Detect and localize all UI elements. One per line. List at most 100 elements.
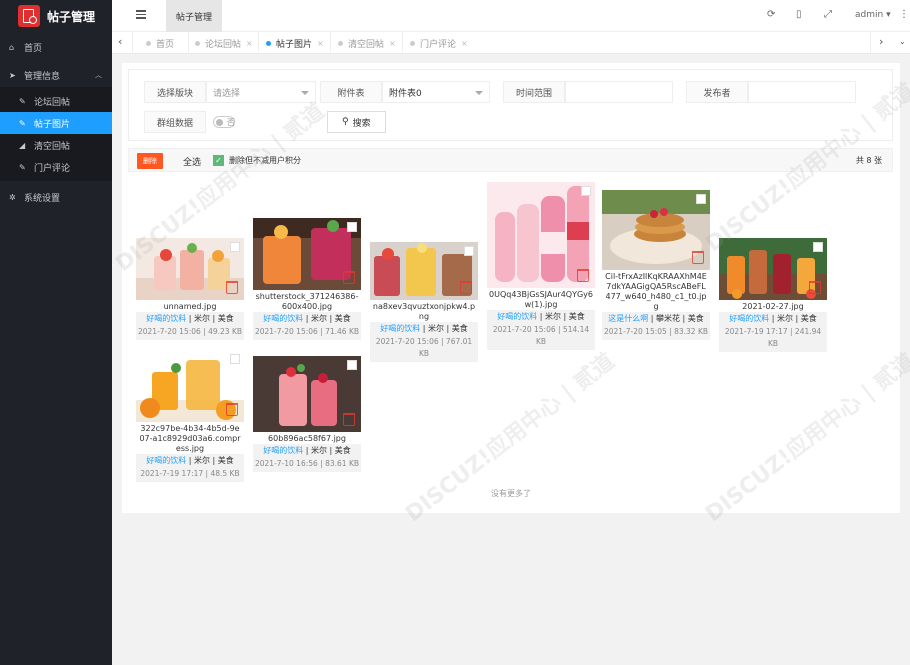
author: 米尔 bbox=[194, 314, 210, 323]
image-checkbox[interactable] bbox=[581, 186, 591, 196]
close-icon[interactable]: × bbox=[461, 39, 468, 48]
close-icon[interactable]: × bbox=[317, 39, 324, 48]
author-input[interactable] bbox=[748, 81, 856, 103]
select-all-label[interactable]: 全选 bbox=[183, 155, 201, 168]
logo: 帖子管理 bbox=[0, 0, 112, 32]
sidebar-item-clear-replies[interactable]: ◢ 清空回帖 bbox=[0, 134, 112, 156]
category-link[interactable]: 好喝的饮料 bbox=[263, 314, 303, 323]
image-checkbox[interactable] bbox=[347, 360, 357, 370]
user-menu[interactable]: admin ▾ bbox=[855, 10, 891, 20]
image-card[interactable]: shutterstock_371246386-600x400.jpg 好喝的饮料… bbox=[253, 218, 361, 340]
trash-icon[interactable] bbox=[809, 281, 821, 294]
image-info: 2021-7-19 17:17 | 48.5 KB bbox=[136, 468, 244, 482]
tag: 美食 bbox=[451, 324, 468, 333]
image-filename: shutterstock_371246386-600x400.jpg bbox=[253, 290, 361, 312]
date: 2021-7-20 15:05 bbox=[603, 327, 667, 336]
more-icon[interactable]: ⋮ bbox=[899, 9, 909, 20]
tag: 美食 bbox=[568, 312, 585, 321]
category-link[interactable]: 好喝的饮料 bbox=[729, 314, 769, 323]
size: 71.46 KB bbox=[325, 327, 360, 336]
image-checkbox[interactable] bbox=[230, 242, 240, 252]
trash-icon[interactable]: ▯ bbox=[796, 9, 802, 20]
trash-icon[interactable] bbox=[226, 403, 238, 416]
category-link[interactable]: 这是什么啊 bbox=[608, 314, 648, 323]
size: 83.61 KB bbox=[325, 459, 360, 468]
image-card[interactable]: na8xev3qvuztxonjpkw4.png 好喝的饮料 | 米尔 | 美食… bbox=[370, 242, 478, 362]
chevron-right-icon[interactable]: › bbox=[879, 35, 883, 48]
trash-icon[interactable] bbox=[460, 281, 472, 294]
category-link[interactable]: 好喝的饮料 bbox=[146, 314, 186, 323]
date: 2021-7-20 15:06 bbox=[137, 327, 201, 336]
table-select-value: 附件表0 bbox=[389, 88, 422, 99]
image-info: 2021-7-20 15:06 | 767.01 KB bbox=[370, 336, 478, 362]
trash-icon[interactable] bbox=[692, 251, 704, 264]
sidebar-item-post-images[interactable]: ✎ 帖子图片 bbox=[0, 112, 112, 134]
sidebar-item-label: 帖子图片 bbox=[34, 119, 71, 130]
category-link[interactable]: 好喝的饮料 bbox=[146, 456, 186, 465]
sidebar-item-settings[interactable]: ✲ 系统设置 bbox=[0, 185, 112, 209]
sidebar-item-forum-replies[interactable]: ✎ 论坛回帖 bbox=[0, 90, 112, 112]
trash-icon[interactable] bbox=[343, 413, 355, 426]
author: 米尔 bbox=[545, 312, 561, 321]
header-tab-post-manage[interactable]: 帖子管理 bbox=[166, 0, 222, 32]
sidebar-item-label: 清空回帖 bbox=[34, 141, 71, 152]
category-link[interactable]: 好喝的饮料 bbox=[497, 312, 537, 321]
image-info: 2021-7-20 15:06 | 49.23 KB bbox=[136, 326, 244, 340]
author: 米尔 bbox=[311, 314, 327, 323]
menu-toggle-icon[interactable] bbox=[136, 10, 146, 20]
image-info: 2021-7-10 16:56 | 83.61 KB bbox=[253, 458, 361, 472]
tab-clear-replies[interactable]: 清空回帖 × bbox=[338, 32, 396, 54]
date: 2021-7-10 16:56 bbox=[254, 459, 318, 468]
image-checkbox[interactable] bbox=[696, 194, 706, 204]
image-card[interactable]: Cil-tFrxAzIlKqKRAAXhM4E7dkYAAGigQA5RscAB… bbox=[602, 190, 710, 340]
chevron-down-icon[interactable]: ⌄ bbox=[899, 37, 906, 46]
category-link[interactable]: 好喝的饮料 bbox=[380, 324, 420, 333]
author: 米尔 bbox=[311, 446, 327, 455]
tab-label: 论坛回帖 bbox=[205, 39, 242, 50]
tag: 美食 bbox=[687, 314, 704, 323]
search-icon: ⚲ bbox=[342, 117, 349, 127]
fullscreen-icon[interactable]: ⤢ bbox=[824, 9, 832, 20]
image-card[interactable]: 0UQq43BjGsSJAur4QYGy6w(1).jpg 好喝的饮料 | 米尔… bbox=[487, 182, 595, 350]
delete-button[interactable]: 删除 bbox=[137, 153, 163, 169]
author: 米尔 bbox=[777, 314, 793, 323]
sidebar-item-portal-comments[interactable]: ✎ 门户评论 bbox=[0, 156, 112, 178]
author: 米尔 bbox=[194, 456, 210, 465]
sidebar-item-label: 门户评论 bbox=[34, 163, 71, 174]
image-card[interactable]: unnamed.jpg 好喝的饮料 | 米尔 | 美食 2021-7-20 15… bbox=[136, 238, 244, 340]
image-checkbox[interactable] bbox=[347, 222, 357, 232]
image-checkbox[interactable] bbox=[464, 246, 474, 256]
image-meta: 好喝的饮料 | 米尔 | 美食 bbox=[253, 312, 361, 326]
image-checkbox[interactable] bbox=[813, 242, 823, 252]
image-meta: 好喝的饮料 | 米尔 | 美食 bbox=[370, 322, 478, 336]
tab-home[interactable]: 首页 bbox=[146, 32, 174, 54]
caret-down-icon bbox=[475, 91, 483, 95]
image-checkbox[interactable] bbox=[230, 354, 240, 364]
tab-label: 首页 bbox=[156, 39, 175, 50]
trash-icon[interactable] bbox=[343, 271, 355, 284]
image-card[interactable]: 322c97be-4b34-4b5d-9e07-a1c8929d03a6.com… bbox=[136, 350, 244, 482]
category-link[interactable]: 好喝的饮料 bbox=[263, 446, 303, 455]
close-icon[interactable]: × bbox=[389, 39, 396, 48]
tab-forum-replies[interactable]: 论坛回帖 × bbox=[195, 32, 253, 54]
sidebar-item-home[interactable]: ⌂ 首页 bbox=[0, 35, 112, 59]
refresh-icon[interactable]: ⟳ bbox=[767, 9, 775, 20]
trash-icon[interactable] bbox=[226, 281, 238, 294]
table-select[interactable]: 附件表0 bbox=[382, 81, 490, 103]
no-deduct-checkbox[interactable]: ✓ bbox=[213, 155, 224, 166]
sidebar-item-label: 论坛回帖 bbox=[34, 97, 71, 108]
size: 49.23 KB bbox=[208, 327, 243, 336]
tab-post-images[interactable]: 帖子图片 × bbox=[266, 32, 324, 54]
image-card[interactable]: 60b896ac58f67.jpg 好喝的饮料 | 米尔 | 美食 2021-7… bbox=[253, 356, 361, 472]
close-icon[interactable]: × bbox=[246, 39, 253, 48]
chevron-left-icon[interactable]: ‹ bbox=[118, 35, 122, 48]
tab-portal-comments[interactable]: 门户评论 × bbox=[410, 32, 468, 54]
forum-select[interactable]: 请选择 bbox=[206, 81, 316, 103]
trash-icon[interactable] bbox=[577, 269, 589, 282]
image-card[interactable]: 2021-02-27.jpg 好喝的饮料 | 米尔 | 美食 2021-7-19… bbox=[719, 238, 827, 352]
sidebar-item-manage[interactable]: ➤ 管理信息 ︿ bbox=[0, 63, 112, 87]
search-button[interactable]: ⚲ 搜索 bbox=[327, 111, 386, 133]
image-info: 2021-7-20 15:06 | 71.46 KB bbox=[253, 326, 361, 340]
tag: 美食 bbox=[217, 314, 234, 323]
time-range-input[interactable] bbox=[565, 81, 673, 103]
